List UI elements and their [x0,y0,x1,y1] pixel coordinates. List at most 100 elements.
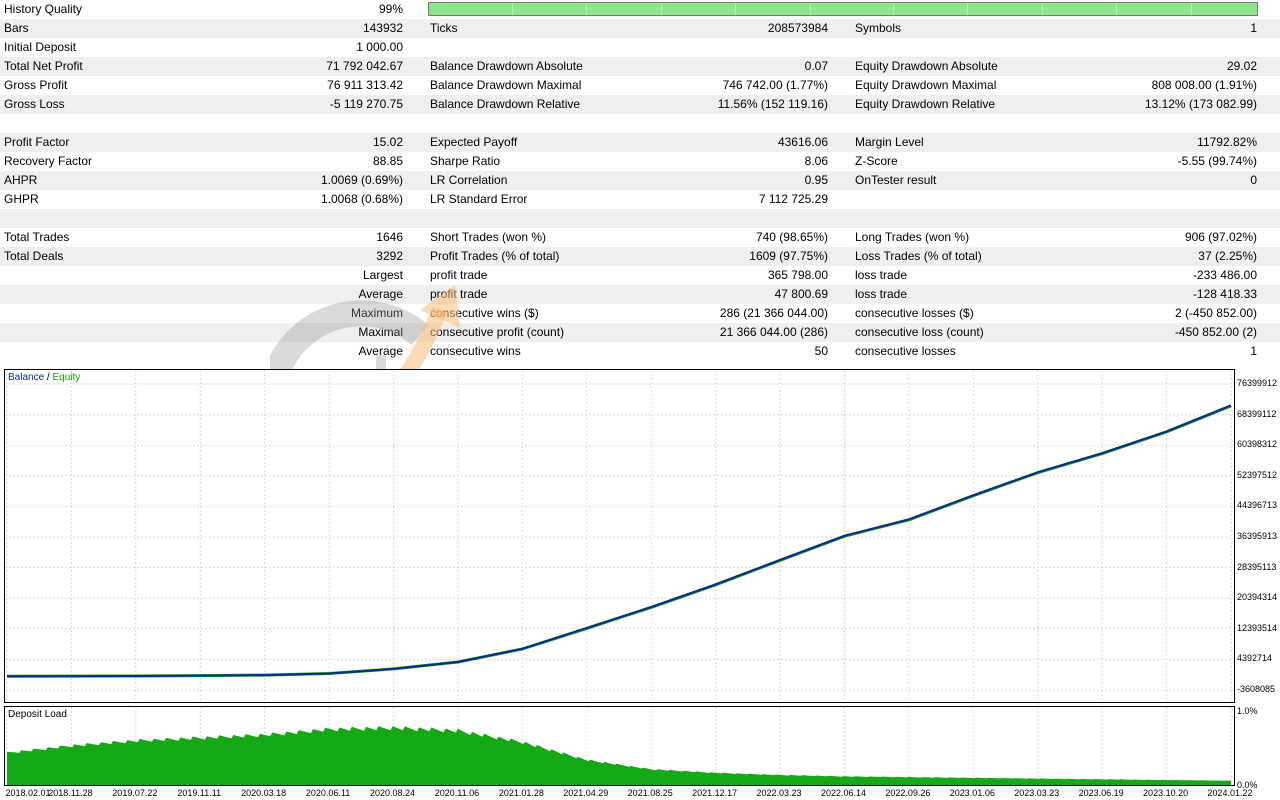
report-label: consecutive losses [855,344,956,358]
report-value: 0.07 [804,59,828,73]
report-value [1060,209,1257,228]
x-tick-label: 2023.03.23 [1014,788,1060,798]
report-label: Long Trades (won %) [855,230,970,244]
y-tick-label: 76399912 [1237,378,1278,388]
report-value: 3292 [376,249,403,263]
y-tick-label: 12393514 [1237,622,1278,633]
report-label [855,190,1095,209]
report-value [1060,190,1257,209]
report-row-history-quality: History Quality 99% [0,0,1280,19]
legend-balance: Balance [8,372,45,383]
quality-bar-segment [1190,3,1192,15]
quality-bar-segment [586,3,588,15]
report-label: loss trade [855,287,908,301]
report-value: 7 112 725.29 [758,192,828,206]
y-tick-label: 60398312 [1237,439,1278,450]
y-tick-label: 36395913 [1237,531,1278,541]
report-value: 286 (21 366 044.00) [719,306,828,320]
report-row: Bars 143932 Ticks 208573984 Symbols 1 [0,19,1280,38]
report-label: Initial Deposit [4,40,77,54]
report-value: 0.95 [804,173,828,187]
report-label [855,38,1095,57]
report-value: 1.0068 (0.68%) [320,192,403,206]
report-value: 88.85 [372,154,403,168]
legend-equity: Equity [52,372,81,383]
report-value: 11792.82% [1197,135,1257,149]
report-value: 2 (-450 852.00) [1174,306,1257,320]
report-row [0,114,1280,133]
report-value [600,209,828,228]
report-value: 71 792 042.67 [326,59,403,73]
report-value: 365 798.00 [767,268,828,282]
report-row: Average profit trade 47 800.69 loss trade -1… [0,285,1280,304]
x-tick-label: 2021.12.17 [692,788,738,798]
report-value: 43616.06 [777,135,828,149]
quality-bar-segment [735,3,737,15]
y-tick-label: 28395113 [1237,561,1277,572]
report-value: 1.0069 (0.69%) [320,173,403,187]
y-tick-label: -3608085 [1237,684,1276,694]
report-row: Total Deals 3292 Profit Trades (% of total… [0,247,1280,266]
report-label: Bars [4,21,29,35]
report-value: -5.55 (99.74%) [1177,154,1257,168]
report-value [600,38,828,57]
y-tick-label: 68399112 [1237,408,1277,419]
report-value: 740 (98.65%) [755,230,828,244]
report-label: consecutive loss (count) [855,325,984,339]
report-value: 808 008.00 (1.91%) [1151,78,1257,92]
backtest-report: History Quality 99% Bars 143932 Ticks 20857… [0,0,1280,361]
report-row: AHPR 1.0069 (0.69%) LR Correlation 0.95 OnTe… [0,171,1280,190]
report-value: 13.12% (173 082.99) [1144,97,1257,111]
report-label [4,114,244,133]
x-tick-label: 2022.03.23 [756,788,802,798]
report-label [4,342,244,361]
report-label: Gross Loss [4,97,65,111]
deposit-load-title: Deposit Load [8,709,67,720]
report-value: 37 (2.25%) [1198,249,1257,263]
report-value: 0 [1250,173,1257,187]
report-label: Margin Level [855,135,924,149]
report-value: -128 418.33 [1192,287,1257,301]
report-value: Maximum [350,306,403,320]
report-label: Profit Factor [4,135,70,149]
quality-bar-segment [809,3,811,15]
report-label: Z-Score [855,154,898,168]
x-tick-label: 2021.08.25 [627,788,673,798]
report-label [855,114,1095,133]
x-tick-label: 2020.11.06 [434,788,480,798]
report-label: Gross Profit [4,78,68,92]
x-tick-label: 2019.07.22 [112,788,158,798]
chart-legend: Balance / Equity [8,372,81,383]
x-tick-label: 2020.03.18 [241,788,287,798]
report-value: 1 [1250,344,1257,358]
balance-equity-chart[interactable]: Balance / Equity [4,369,1235,703]
report-row: Maximum consecutive wins ($) 286 (21 366 0… [0,304,1280,323]
history-quality-bar [428,2,1258,16]
main-y-axis: 76399912 68399112 60398312 52397512 44396713… [1237,369,1280,703]
report-value: Average [358,344,403,358]
deposit-load-chart[interactable]: Deposit Load [4,706,1235,786]
report-row: Total Trades 1646 Short Trades (won %) 740 … [0,228,1280,247]
x-tick-label: 2018.11.28 [48,788,93,798]
report-label: Recovery Factor [4,154,93,168]
report-value: 8.06 [804,154,828,168]
report-label: Equity Drawdown Absolute [855,59,998,73]
quality-bar-segment [967,3,969,15]
date-x-axis: 2018.02.01 2018.11.28 2019.07.22 2019.11.11… [0,787,1280,800]
report-row: Maximal consecutive profit (count) 21 366 … [0,323,1280,342]
report-label: Total Deals [4,249,64,263]
report-value: 76 911 313.42 [327,78,403,92]
x-tick-label: 2021.04.29 [563,788,609,798]
series-line-balance [6,404,1232,678]
x-tick-label: 2024.01.22 [1207,788,1253,798]
report-label [4,285,244,304]
report-label: OnTester result [855,173,937,187]
report-label [4,304,244,323]
report-value: Average [358,287,403,301]
report-value: Maximal [358,325,403,339]
y-tick-label: 1.0% [1237,706,1258,716]
report-value: 208573984 [767,21,828,35]
report-value: 746 742.00 (1.77%) [722,78,828,92]
report-row: Total Net Profit 71 792 042.67 Balance Dra… [0,57,1280,76]
quality-bar-segment [1116,3,1118,15]
